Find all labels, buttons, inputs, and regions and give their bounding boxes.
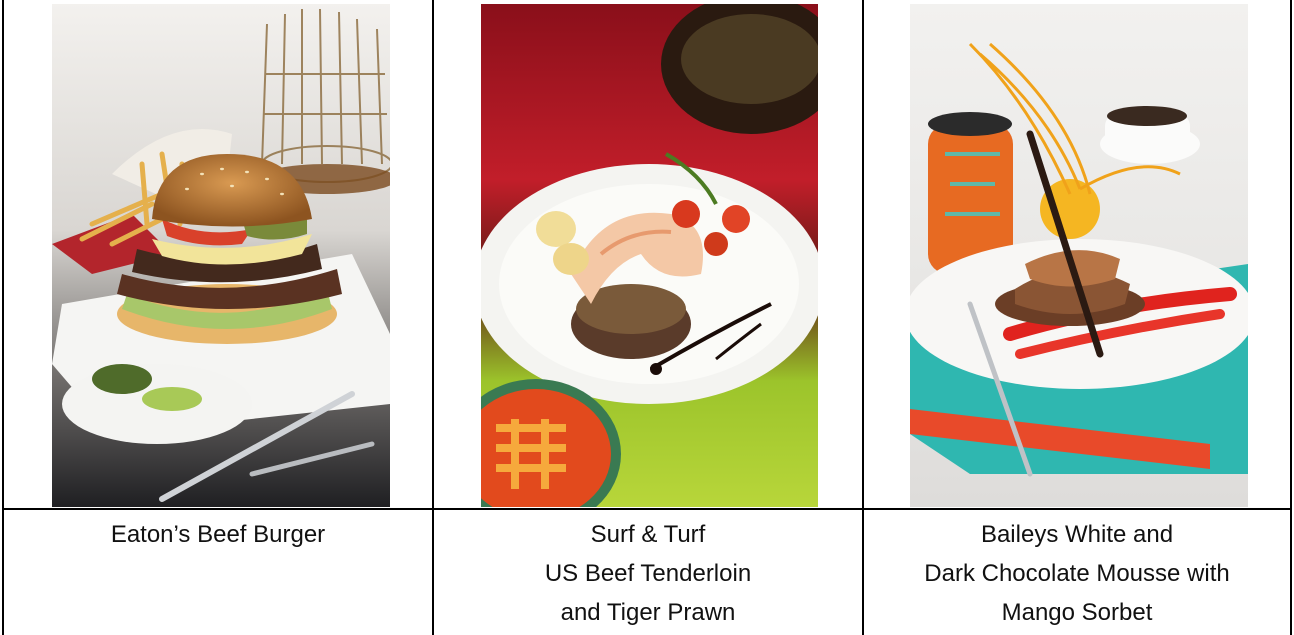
caption-surf-and-turf: Surf & Turf US Beef Tenderloin and Tiger…	[434, 515, 862, 632]
surf-and-turf-photo	[481, 4, 818, 507]
caption-burger: Eaton’s Beef Burger	[4, 515, 432, 554]
caption-line: Baileys White and	[980, 521, 1174, 548]
row-divider	[2, 508, 1292, 510]
caption-line: Eaton’s Beef Burger	[110, 521, 326, 548]
caption-line: US Beef Tenderloin	[544, 560, 752, 587]
caption-line: and Tiger Prawn	[560, 599, 736, 626]
caption-line: Dark Chocolate Mousse with	[924, 560, 1230, 587]
caption-line: Mango Sorbet	[1001, 599, 1153, 626]
menu-table: Eaton’s Beef Burger Surf & Turf US Beef …	[0, 0, 1294, 635]
caption-line: Surf & Turf	[590, 521, 706, 548]
caption-mousse: Baileys White and Dark Chocolate Mousse …	[864, 515, 1290, 632]
burger-photo	[52, 4, 390, 507]
chocolate-mousse-photo	[910, 4, 1248, 507]
table-border-right	[1290, 0, 1292, 635]
